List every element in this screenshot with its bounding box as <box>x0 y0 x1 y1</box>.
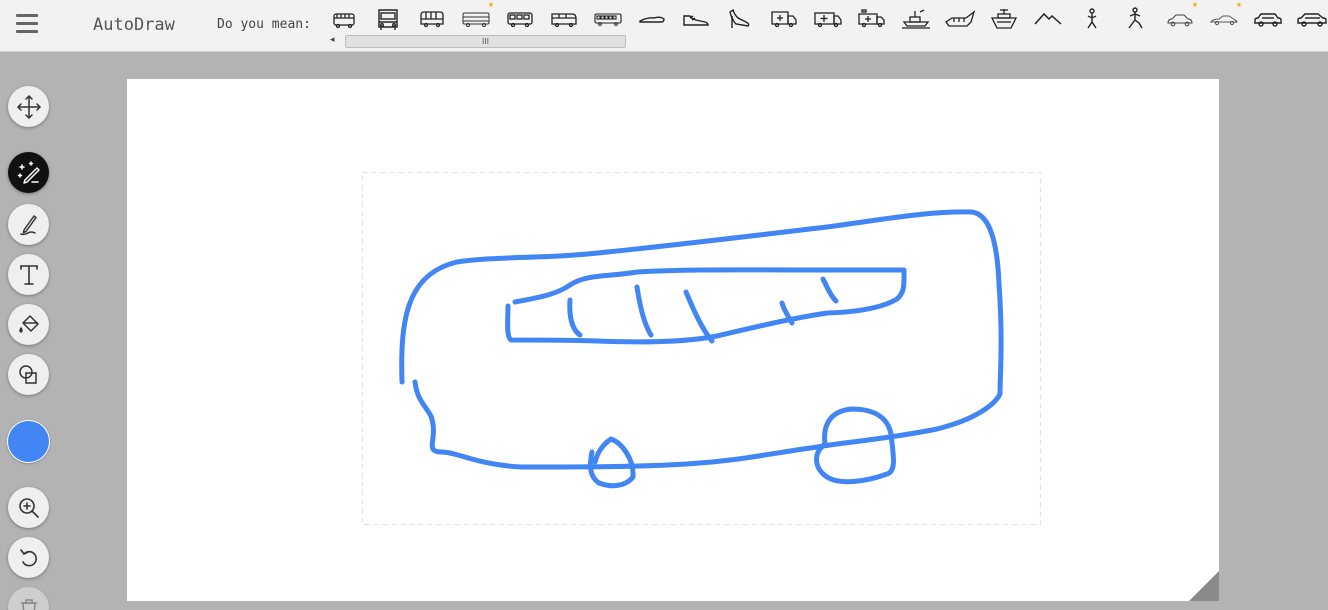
shapes-icon <box>18 364 37 384</box>
school-bus-icon <box>378 9 398 30</box>
suggestion-yoga-pose[interactable] <box>1074 6 1110 32</box>
ship-icon <box>945 10 976 27</box>
flat-shoe-icon <box>639 16 665 23</box>
user-drawing <box>399 209 1004 489</box>
lunge-pose-icon <box>1128 7 1143 29</box>
move-tool-button[interactable] <box>8 86 49 127</box>
magic-pencil-icon <box>17 160 40 184</box>
zoom-tool-button[interactable] <box>8 487 49 528</box>
suggestion-bus[interactable] <box>414 6 450 32</box>
star-icon: ★ <box>1191 0 1198 10</box>
resize-corner-icon <box>1189 571 1219 601</box>
coach-bus-icon <box>594 13 622 26</box>
cruise-ship-icon <box>990 9 1018 29</box>
van-bus-icon <box>551 13 577 28</box>
undo-icon <box>19 548 37 566</box>
suggestion-lunge-pose[interactable] <box>1118 6 1154 32</box>
text-t-icon <box>19 264 38 285</box>
hatchback-icon <box>1297 13 1327 27</box>
suggestions-strip[interactable]: ★ ★ ★ <box>326 0 1328 36</box>
suggestion-cruise-ship[interactable] <box>986 6 1022 32</box>
suggestion-sedan[interactable] <box>1250 6 1286 32</box>
sneaker-icon <box>683 15 709 26</box>
suggestion-coach-bus[interactable] <box>590 6 626 32</box>
suggestion-sports-car[interactable]: ★ <box>1206 0 1242 32</box>
color-picker-button[interactable] <box>8 421 49 462</box>
yoga-pose-icon <box>1087 8 1097 29</box>
ambulance-icon <box>771 11 797 28</box>
top-bar: AutoDraw Do you mean: ★ ★ ★ ◂ III <box>0 0 1328 52</box>
suggestion-car[interactable]: ★ <box>1162 0 1198 32</box>
ambulance-truck-icon <box>858 9 885 28</box>
suggestion-ambulance-side[interactable] <box>810 6 846 32</box>
suggestion-mountain[interactable] <box>1030 6 1066 32</box>
suggestion-school-bus-front[interactable] <box>326 6 362 32</box>
mountain-icon <box>1034 12 1062 25</box>
suggestion-boat[interactable] <box>898 6 934 32</box>
canvas-resize-handle[interactable] <box>1189 571 1219 601</box>
suggestion-high-heel[interactable] <box>722 6 758 32</box>
suggestions-scrollbar[interactable]: III <box>345 35 626 48</box>
delete-button[interactable] <box>8 587 49 610</box>
double-bus-icon <box>507 12 533 28</box>
suggestion-sneaker[interactable] <box>678 6 714 32</box>
suggestion-hatchback[interactable] <box>1294 6 1328 32</box>
high-heel-icon <box>729 8 750 28</box>
shape-tool-button[interactable] <box>8 354 49 395</box>
star-icon: ★ <box>487 0 494 10</box>
draw-tool-button[interactable] <box>8 204 49 245</box>
drawing-canvas[interactable] <box>127 79 1219 601</box>
sedan-icon <box>1254 13 1282 27</box>
suggestion-ambulance-truck[interactable] <box>854 6 890 32</box>
type-tool-button[interactable] <box>8 254 49 295</box>
zoom-in-icon <box>18 497 39 518</box>
suggestion-van-bus[interactable] <box>546 6 582 32</box>
autodraw-tool-button[interactable] <box>8 152 49 193</box>
selection-bounding-box <box>361 171 1042 526</box>
paint-bucket-icon <box>18 314 39 333</box>
suggestion-double-bus[interactable] <box>502 6 538 32</box>
move-arrows-icon <box>16 94 41 119</box>
suggestions-label: Do you mean: <box>217 17 311 32</box>
app-logo[interactable]: AutoDraw <box>93 15 175 35</box>
scroll-left-arrow-icon[interactable]: ◂ <box>330 35 335 45</box>
hamburger-menu-icon[interactable] <box>16 14 38 34</box>
trash-icon <box>20 598 37 610</box>
boat-icon <box>902 9 930 29</box>
suggestion-ambulance[interactable] <box>766 6 802 32</box>
bus-icon <box>420 11 444 28</box>
suggestion-school-bus[interactable] <box>370 6 406 32</box>
suggestion-ship[interactable] <box>942 6 978 32</box>
suggestion-flat-shoe[interactable] <box>634 6 670 32</box>
undo-button[interactable] <box>8 537 49 578</box>
pencil-icon <box>19 214 37 235</box>
school-bus-front-icon <box>333 13 355 29</box>
ambulance-side-icon <box>814 12 842 28</box>
star-icon: ★ <box>1235 0 1242 10</box>
suggestion-bus-side[interactable]: ★ <box>458 0 494 32</box>
fill-tool-button[interactable] <box>8 304 49 345</box>
